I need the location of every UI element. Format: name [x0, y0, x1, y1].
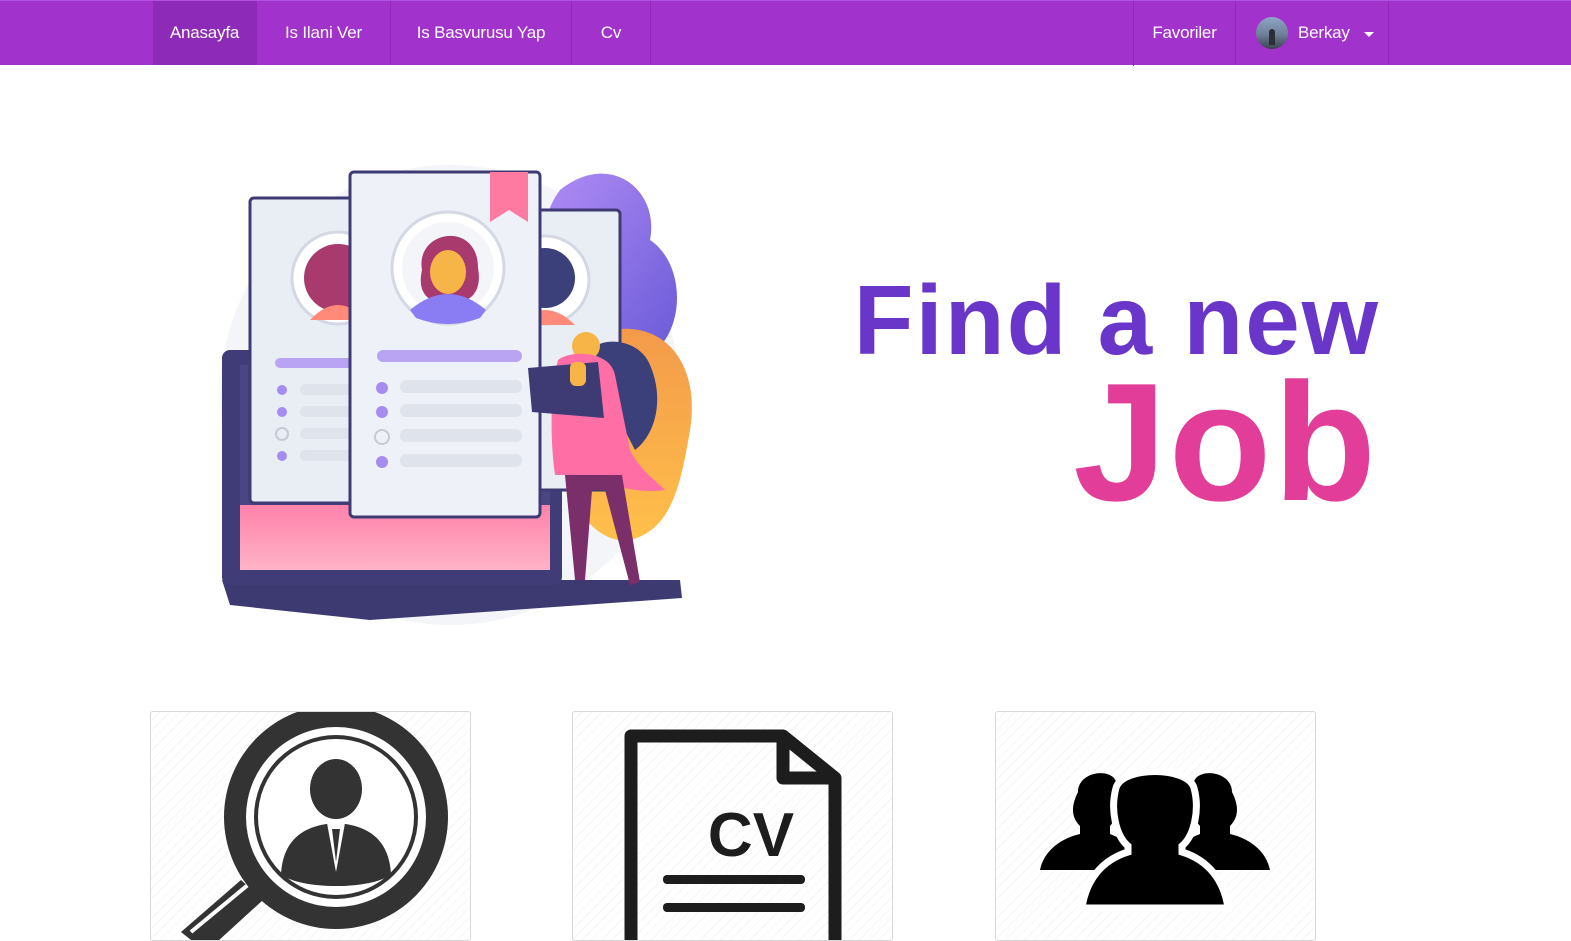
nav-item-anasayfa[interactable]: Anasayfa [153, 1, 257, 65]
hero-title-line2: Job [1073, 348, 1378, 536]
recruitment-illustration-icon [220, 165, 692, 625]
user-menu-dropdown[interactable]: Berkay [1236, 1, 1389, 65]
nav-right-menu: Favoriler Berkay [1133, 1, 1389, 66]
card-people-group[interactable] [995, 711, 1316, 941]
nav-item-is-ilani-ver[interactable]: Is Ilani Ver [257, 1, 391, 65]
card-cv[interactable]: CV [572, 711, 893, 941]
cv-document-icon: CV [624, 729, 842, 940]
hero-headline: Find a new Job [854, 270, 1380, 536]
caret-down-icon [1363, 31, 1374, 37]
nav-item-cv[interactable]: Cv [572, 1, 651, 65]
cv-text: CV [708, 801, 794, 870]
people-group-icon [1040, 768, 1270, 912]
card-candidate-search[interactable] [150, 711, 471, 941]
hero-illustration [210, 150, 700, 640]
top-navbar: Anasayfa Is Ilani Ver Is Basvurusu Yap C… [0, 0, 1571, 66]
nav-item-is-basvurusu-yap[interactable]: Is Basvurusu Yap [391, 1, 572, 65]
nav-menu: Anasayfa Is Ilani Ver Is Basvurusu Yap C… [153, 1, 651, 66]
avatar [1256, 17, 1288, 49]
user-name: Berkay [1298, 23, 1350, 42]
candidate-search-icon [181, 712, 448, 940]
nav-item-favoriler[interactable]: Favoriler [1134, 1, 1236, 65]
